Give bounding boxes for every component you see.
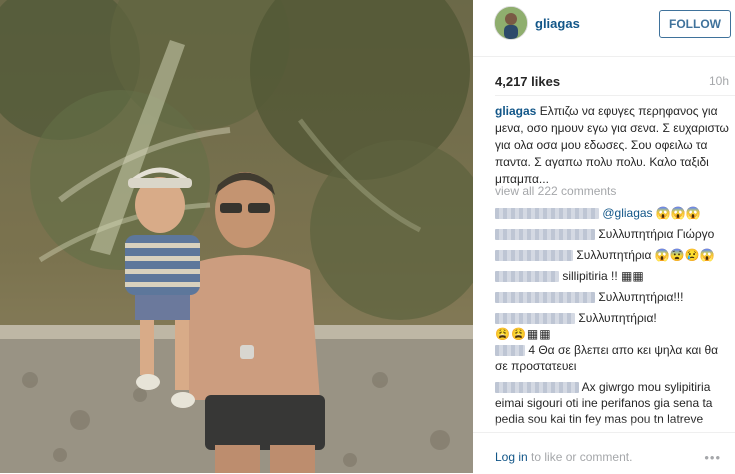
redacted-username: [495, 208, 599, 220]
redacted-username: [495, 229, 595, 241]
view-all-comments[interactable]: view all 222 comments: [495, 184, 616, 198]
comment-text: sillipitiria !! ▦▦: [562, 269, 644, 283]
vintage-family-photo: [0, 0, 473, 473]
comment: Συλλυπητήρια 😱😨😢😱: [495, 247, 729, 263]
likes-count[interactable]: 4,217 likes: [495, 74, 560, 89]
comments-fade: [495, 420, 735, 432]
avatar[interactable]: [494, 6, 528, 40]
comment: Συλλυπητήρια Γιώργο: [495, 226, 729, 242]
redacted-username: [495, 292, 595, 304]
redacted-username: [495, 271, 559, 283]
login-prompt: Log in to like or comment.: [495, 450, 632, 464]
caption-username[interactable]: gliagas: [495, 104, 536, 118]
post-caption: gliagas Ελπιζω να εφυγες περηφανος για μ…: [495, 103, 729, 188]
post-sidebar: gliagas FOLLOW 4,217 likes 10h gliagas Ε…: [473, 0, 735, 473]
comment-text: @gliagas 😱😱😱: [602, 206, 701, 220]
comment: @gliagas 😱😱😱: [495, 205, 729, 221]
post-footer: Log in to like or comment. •••: [473, 432, 735, 474]
instagram-post: gliagas FOLLOW 4,217 likes 10h gliagas Ε…: [0, 0, 735, 473]
post-header: gliagas FOLLOW: [473, 0, 735, 57]
comment-continued: 😩😩▦▦: [495, 326, 729, 342]
comment-text: Συλλυπητήρια!: [578, 311, 657, 325]
comment: Συλλυπητήρια!: [495, 310, 729, 326]
post-photo[interactable]: [0, 0, 473, 473]
redacted-username: [495, 250, 573, 262]
author-username[interactable]: gliagas: [535, 16, 580, 31]
comment-text: Συλλυπητήρια!!!: [598, 290, 684, 304]
redacted-username: [495, 382, 579, 394]
follow-button[interactable]: FOLLOW: [659, 10, 731, 38]
comment: 4 Θα σε βλεπει απο κει ψηλα και θα σε πρ…: [495, 342, 729, 374]
comment: Συλλυπητήρια!!!: [495, 289, 729, 305]
redacted-username: [495, 345, 525, 357]
profile-picture-icon: [495, 7, 527, 39]
comment-text: 😩😩▦▦: [495, 327, 552, 341]
comment-text: Συλλυπητήρια Γιώργο: [598, 227, 715, 241]
login-link[interactable]: Log in: [495, 450, 528, 464]
comment-text: Συλλυπητήρια 😱😨😢😱: [576, 248, 715, 262]
login-prompt-text: to like or comment.: [527, 450, 633, 464]
divider: [495, 95, 735, 96]
comment: sillipitiria !! ▦▦: [495, 268, 729, 284]
post-time[interactable]: 10h: [709, 74, 729, 88]
comment-text: 4 Θα σε βλεπει απο κει ψηλα και θα σε πρ…: [495, 343, 719, 373]
more-options-icon[interactable]: •••: [704, 450, 721, 465]
redacted-username: [495, 313, 575, 325]
